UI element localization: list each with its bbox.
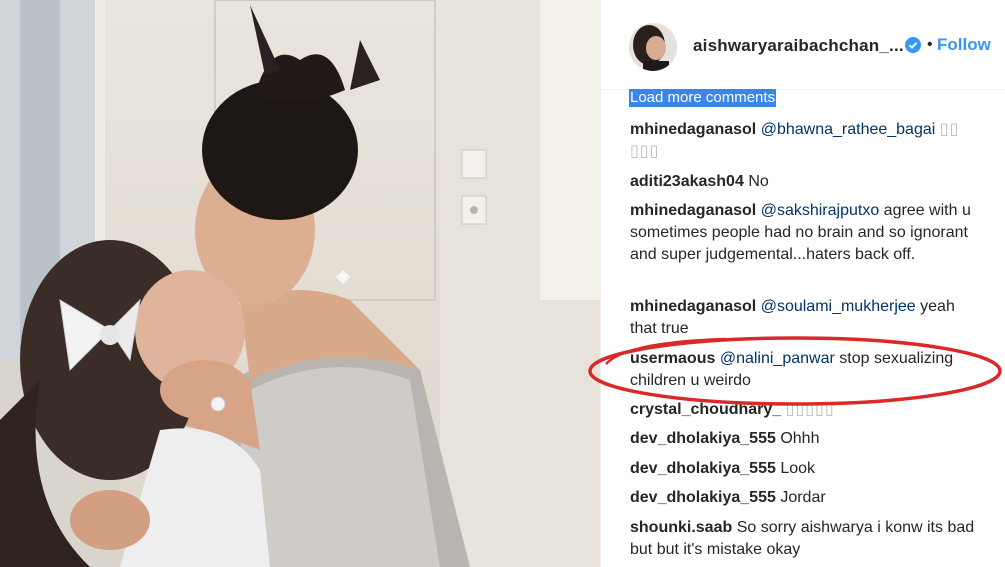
post-author-username[interactable]: aishwaryaraibachchan_... <box>693 36 904 56</box>
comment-username[interactable]: mhinedaganasol <box>630 121 756 138</box>
comment-username[interactable]: mhinedaganasol <box>630 298 756 315</box>
comment-mention[interactable]: @bhawna_rathee_bagai <box>761 121 936 138</box>
comment-text: No <box>748 173 769 190</box>
profile-avatar[interactable] <box>629 23 677 71</box>
comment-item: dev_dholakiya_555 Ohhh <box>630 428 975 450</box>
comment-text: Ohhh <box>780 430 820 447</box>
highlight-ellipse <box>588 336 1002 406</box>
comment-item: aditi23akash04 No <box>630 171 975 193</box>
comment-username[interactable]: dev_dholakiya_555 <box>630 430 776 447</box>
follow-button[interactable]: Follow <box>937 35 991 55</box>
comment-item: mhinedaganasol @sakshirajputxo agree wit… <box>630 200 975 266</box>
comment-username[interactable]: dev_dholakiya_555 <box>630 489 776 506</box>
comment-item: shounki.saab So sorry aishwarya i konw i… <box>630 517 975 561</box>
comment-username[interactable]: mhinedaganasol <box>630 202 756 219</box>
comment-mention[interactable]: @sakshirajputxo <box>761 202 880 219</box>
comment-text: Look <box>780 460 816 477</box>
comment-username[interactable]: dev_dholakiya_555 <box>630 460 776 477</box>
separator-dot: • <box>927 36 933 53</box>
comment-text: Jordar <box>780 489 826 506</box>
comment-username[interactable]: shounki.saab <box>630 519 732 536</box>
comment-username[interactable]: aditi23akash04 <box>630 173 744 190</box>
post-sidebar: aishwaryaraibachchan_... • Follow Load m… <box>600 0 1005 567</box>
comment-item: dev_dholakiya_555 Look <box>630 458 975 480</box>
comment-item: dev_dholakiya_555 Jordar <box>630 487 975 509</box>
post-photo <box>0 0 600 567</box>
photo-illustration <box>0 0 600 567</box>
post-header: aishwaryaraibachchan_... • Follow <box>601 0 1005 90</box>
verified-badge-icon <box>905 37 921 53</box>
comment-item: mhinedaganasol @bhawna_rathee_bagai ▯▯ ▯… <box>630 119 975 163</box>
load-more-comments-link[interactable]: Load more comments <box>629 89 777 107</box>
comment-mention[interactable]: @soulami_mukherjee <box>761 298 916 315</box>
avatar-image <box>629 23 677 71</box>
